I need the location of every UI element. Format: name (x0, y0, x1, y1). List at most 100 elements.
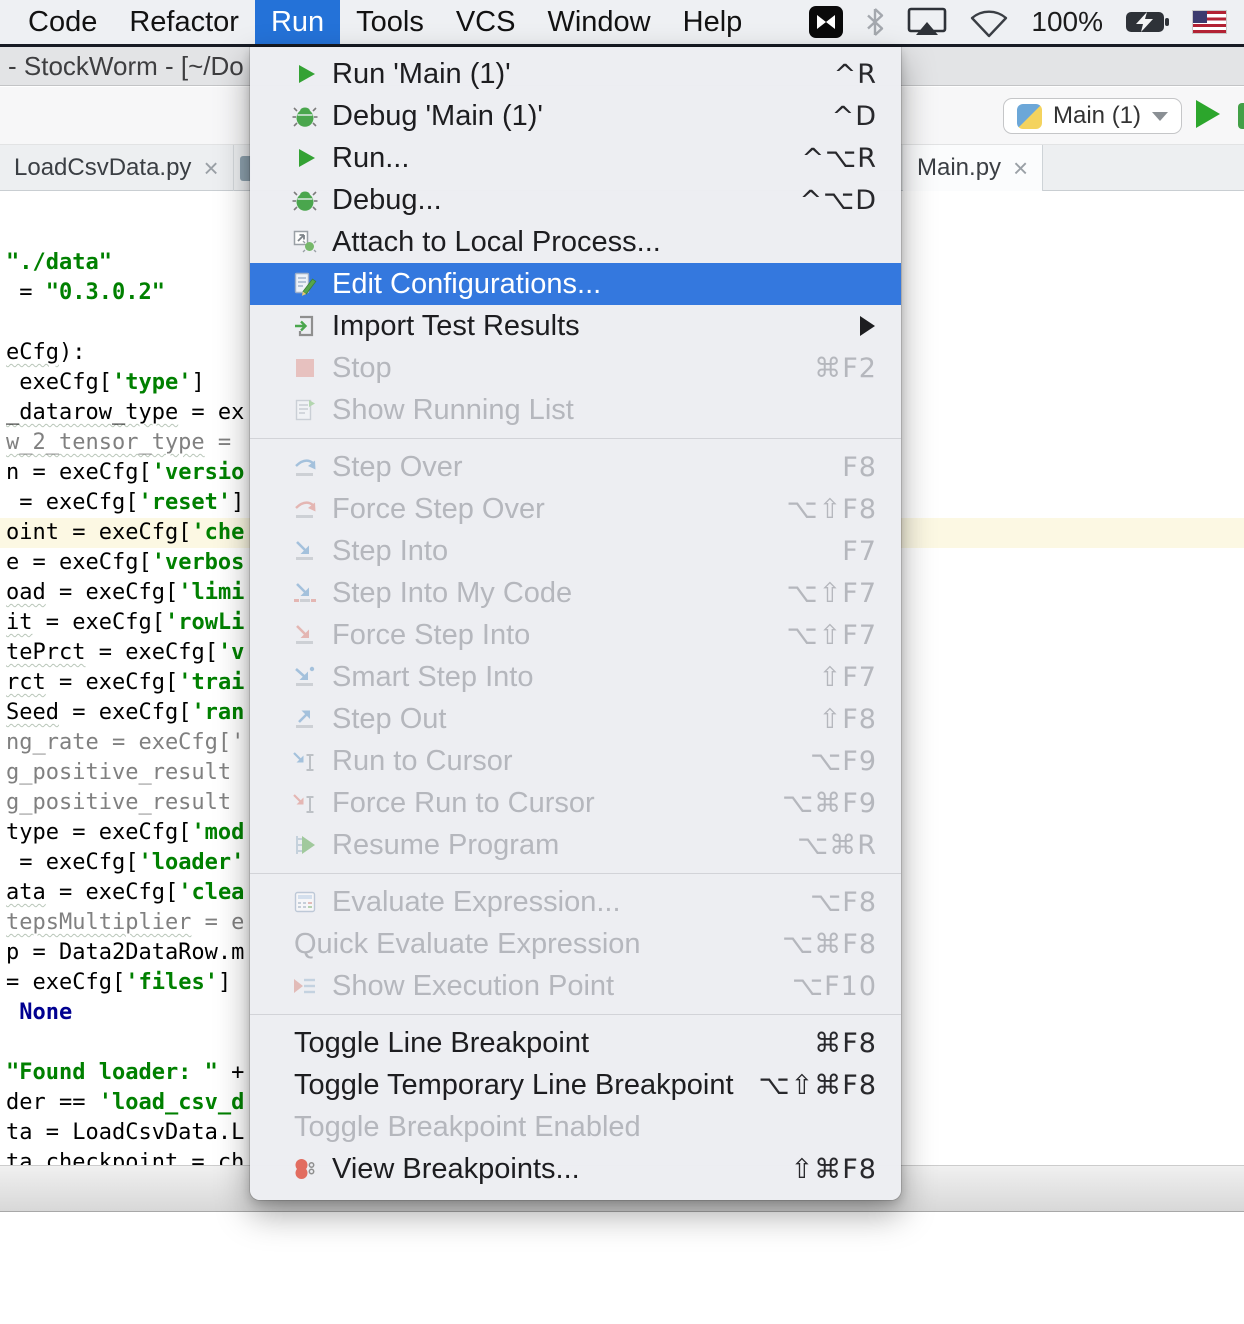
menu-item-force-step-over: Force Step Over⌥⇧F8 (250, 488, 901, 530)
toolbar-run-button[interactable] (1196, 100, 1220, 128)
evaluate-icon (292, 889, 318, 915)
menu-item-label: Show Running List (332, 394, 574, 427)
menu-bar-items: CodeRefactorRunToolsVCSWindowHelp (12, 0, 758, 44)
force-step-over-icon (292, 496, 318, 522)
menu-item-debug[interactable]: Debug...^⌥D (250, 179, 901, 221)
menu-item-view-breakpoints[interactable]: View Breakpoints...⇧⌘F8 (250, 1148, 901, 1190)
menu-item-force-step-into: Force Step Into⌥⇧F7 (250, 614, 901, 656)
code-line: g_positive_result (6, 788, 244, 818)
menu-item-edit-configurations[interactable]: Edit Configurations... (250, 263, 901, 305)
menu-item-label: Step Into My Code (332, 577, 572, 610)
desktop-background (0, 1213, 1244, 1324)
tab-loadcsvdata[interactable]: LoadCsvData.py × (0, 145, 234, 191)
resume-icon (292, 832, 318, 858)
menu-item-label: Toggle Temporary Line Breakpoint (294, 1069, 734, 1102)
submenu-arrow-icon (860, 316, 875, 336)
menu-item-label: Import Test Results (332, 310, 580, 343)
smart-step-into-icon (292, 664, 318, 690)
menu-bar-app-icon[interactable] (809, 6, 843, 38)
code-line: tePrct = exeCfg['v (6, 638, 244, 668)
code-line: "./data" (6, 248, 244, 278)
code-line: e = exeCfg['verbos (6, 548, 244, 578)
menubar-item-vcs[interactable]: VCS (440, 0, 532, 44)
code-line: = exeCfg['files'] (6, 968, 244, 998)
menu-item-shortcut: ⇧F7 (819, 662, 901, 693)
menu-item-shortcut: ^D (832, 101, 901, 132)
run-icon (292, 61, 318, 87)
menu-item-label: Step Out (332, 703, 446, 736)
menu-item-label: View Breakpoints... (332, 1153, 580, 1186)
code-line: der == 'load_csv_d (6, 1088, 244, 1118)
menu-item-run[interactable]: Run...^⌥R (250, 137, 901, 179)
code-line: tepsMultiplier = e (6, 908, 244, 938)
menu-item-label: Run to Cursor (332, 745, 513, 778)
close-icon[interactable]: × (1013, 155, 1028, 181)
menubar-item-code[interactable]: Code (12, 0, 113, 44)
menu-item-import-test-results[interactable]: Import Test Results (250, 305, 901, 347)
python-icon (1017, 104, 1042, 129)
menu-separator (250, 873, 901, 874)
display-mirroring-icon[interactable] (907, 6, 947, 38)
toolbar-debug-button-partial[interactable] (1238, 103, 1244, 129)
chevron-down-icon (1152, 112, 1168, 121)
run-configuration-select[interactable]: Main (1) (1003, 98, 1182, 134)
code-line: exeCfg['type'] (6, 368, 244, 398)
menu-item-shortcut: ⇧F8 (819, 704, 901, 735)
menu-item-evaluate-expression: Evaluate Expression... ⌥F8 (250, 881, 901, 923)
menu-item-debug-main-1[interactable]: Debug 'Main (1)'^D (250, 95, 901, 137)
close-icon[interactable]: × (203, 155, 218, 181)
menubar-item-help[interactable]: Help (667, 0, 759, 44)
menu-item-label: Step Into (332, 535, 448, 568)
code-line: = "0.3.0.2" (6, 278, 244, 308)
menu-item-label: Show Execution Point (332, 970, 614, 1003)
screen: CodeRefactorRunToolsVCSWindowHelp 100% -… (0, 0, 1244, 1324)
menu-item-shortcut: ^R (834, 59, 901, 90)
menu-item-step-into: Step IntoF7 (250, 530, 901, 572)
tab-main-py[interactable]: Main.py × (903, 145, 1043, 191)
run-icon (292, 145, 318, 171)
menu-item-force-run-to-cursor: Force Run to Cursor ⌥⌘F9 (250, 782, 901, 824)
menubar-item-window[interactable]: Window (531, 0, 666, 44)
menubar-item-tools[interactable]: Tools (340, 0, 440, 44)
menu-item-label: Force Step Over (332, 493, 545, 526)
menu-item-shortcut: ⌥F8 (810, 887, 901, 918)
menu-item-toggle-temporary-line-breakpoint[interactable]: Toggle Temporary Line Breakpoint⌥⇧⌘F8 (250, 1064, 901, 1106)
menu-item-step-into-my-code: Step Into My Code⌥⇧F7 (250, 572, 901, 614)
menu-item-shortcut: ⌥⇧F7 (787, 620, 901, 651)
menu-item-stop: Stop⌘F2 (250, 347, 901, 389)
battery-charging-icon[interactable] (1125, 10, 1171, 34)
menu-item-label: Step Over (332, 451, 463, 484)
menu-item-label: Toggle Line Breakpoint (294, 1027, 589, 1060)
macos-menu-bar: CodeRefactorRunToolsVCSWindowHelp 100% (0, 0, 1244, 44)
run-configuration-label: Main (1) (1053, 102, 1141, 130)
menu-item-shortcut: ⌥⌘F9 (782, 788, 901, 819)
step-out-icon (292, 706, 318, 732)
menu-item-shortcut: ⌥F9 (810, 746, 901, 777)
wifi-icon[interactable] (969, 6, 1009, 38)
menu-item-label: Resume Program (332, 829, 559, 862)
battery-percentage: 100% (1031, 6, 1103, 38)
code-line: = exeCfg['reset'] (6, 488, 244, 518)
menubar-item-run[interactable]: Run (255, 0, 340, 44)
menu-item-attach-to-local-process[interactable]: Attach to Local Process... (250, 221, 901, 263)
debug-icon (292, 103, 318, 129)
window-title: - StockWorm - [~/Do (8, 51, 244, 82)
menu-item-run-main-1[interactable]: Run 'Main (1)'^R (250, 53, 901, 95)
menu-item-quick-evaluate-expression: Quick Evaluate Expression⌥⌘F8 (250, 923, 901, 965)
menubar-item-refactor[interactable]: Refactor (113, 0, 255, 44)
code-line: ata = exeCfg['clea (6, 878, 244, 908)
menu-item-label: Force Run to Cursor (332, 787, 595, 820)
menu-item-toggle-breakpoint-enabled: Toggle Breakpoint Enabled (250, 1106, 901, 1148)
us-flag-input-source-icon[interactable] (1193, 11, 1226, 33)
step-over-icon (292, 454, 318, 480)
menu-item-toggle-line-breakpoint[interactable]: Toggle Line Breakpoint⌘F8 (250, 1022, 901, 1064)
code-line: it = exeCfg['rowLi (6, 608, 244, 638)
menu-separator (250, 1014, 901, 1015)
menu-item-label: Debug... (332, 184, 442, 217)
import-icon (292, 313, 318, 339)
menu-item-label: Evaluate Expression... (332, 886, 621, 919)
edit-config-icon (292, 271, 318, 297)
view-breakpoints-icon (292, 1156, 318, 1182)
code-line: None (6, 998, 244, 1028)
bluetooth-icon[interactable] (865, 7, 885, 37)
